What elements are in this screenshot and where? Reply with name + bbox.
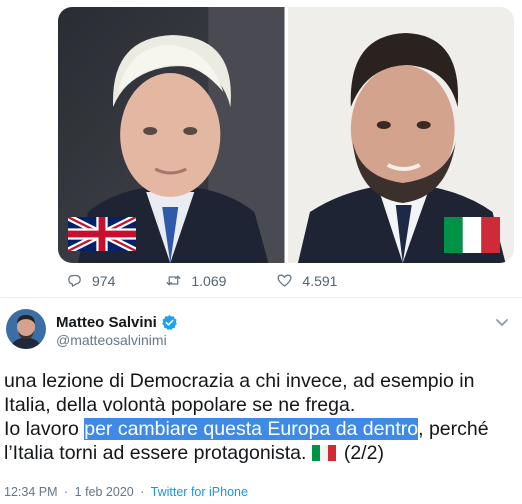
tweet-time[interactable]: 12:34 PM <box>4 485 58 499</box>
photo-left[interactable] <box>58 7 285 263</box>
reply-count: 974 <box>92 272 116 289</box>
verified-badge-icon <box>161 314 178 331</box>
heart-icon <box>277 274 292 287</box>
author-handle[interactable]: @matteosalvinimi <box>56 332 167 348</box>
tweet-actions: 974 1.069 4.591 <box>66 272 387 289</box>
author-name-row: Matteo Salvini <box>56 314 178 331</box>
tweet-line-3: Io lavoro per cambiare questa Europa da … <box>4 417 522 441</box>
chevron-down-icon[interactable] <box>494 314 510 330</box>
like-button[interactable]: 4.591 <box>276 272 337 289</box>
tweet-text: una lezione di Democrazia a chi invece, … <box>4 369 522 465</box>
tweet-line-3-pre: Io lavoro <box>4 418 85 440</box>
italy-flag-icon <box>444 217 500 253</box>
tweet-date[interactable]: 1 feb 2020 <box>75 485 134 499</box>
avatar[interactable] <box>6 309 46 349</box>
reply-icon <box>68 274 81 287</box>
like-count: 4.591 <box>302 272 338 289</box>
meta-separator: · <box>64 485 69 499</box>
text-selection-highlight: per cambiare questa Europa da dentro <box>84 418 419 440</box>
tweet-meta: 12:34 PM · 1 feb 2020 · Twitter for iPho… <box>4 485 248 499</box>
retweet-count: 1.069 <box>191 272 227 289</box>
author-name[interactable]: Matteo Salvini <box>56 314 157 331</box>
avatar-image <box>6 309 46 349</box>
tweet-line-3-post: , perché <box>418 418 489 440</box>
tweet-line-1: una lezione di Democrazia a chi invece, … <box>4 370 475 392</box>
meta-separator-2: · <box>140 485 145 499</box>
divider <box>0 297 522 298</box>
retweet-icon <box>166 275 181 286</box>
photo-right[interactable] <box>287 7 514 263</box>
tweet-source-link[interactable]: Twitter for iPhone <box>151 485 248 499</box>
tweet-line-4-pre: l’Italia torni ad essere protagonista. <box>4 442 307 464</box>
reply-button[interactable]: 974 <box>66 272 115 289</box>
tweet-line-2: Italia, della volontà popolare se ne fre… <box>4 394 356 416</box>
italy-flag-emoji-icon <box>311 445 336 461</box>
tweet-media-grid[interactable] <box>58 7 514 263</box>
uk-flag-icon <box>68 217 136 251</box>
tweet-line-4-post: (2/2) <box>343 442 384 464</box>
tweet-line-4: l’Italia torni ad essere protagonista. (… <box>4 441 522 465</box>
retweet-button[interactable]: 1.069 <box>165 272 226 289</box>
